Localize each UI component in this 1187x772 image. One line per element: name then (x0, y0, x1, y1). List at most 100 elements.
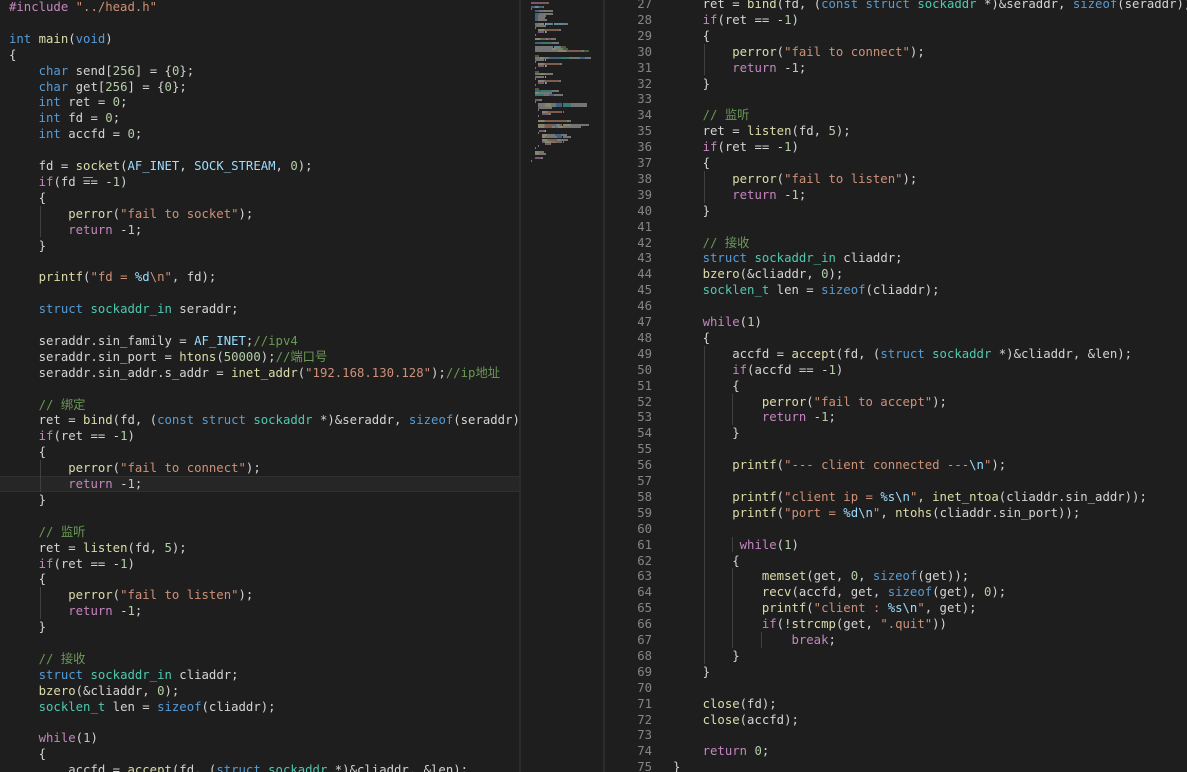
code-line[interactable]: ret = listen(fd, 5); (0, 540, 521, 556)
code-line[interactable]: } (0, 619, 521, 635)
code-line[interactable]: 46 (605, 298, 1187, 314)
code-line[interactable]: { (0, 571, 521, 587)
code-line[interactable]: 63 memset(get, 0, sizeof(get)); (605, 568, 1187, 584)
code-line[interactable]: 61 while(1) (605, 537, 1187, 553)
code-line[interactable]: 73 (605, 727, 1187, 743)
code-line[interactable]: 69 } (605, 664, 1187, 680)
code-line[interactable]: 60 (605, 521, 1187, 537)
code-line[interactable]: } (0, 492, 521, 508)
code-line[interactable]: // 接收 (0, 651, 521, 667)
code-line[interactable]: struct sockaddr_in cliaddr; (0, 667, 521, 683)
code-line[interactable]: if(ret == -1) (0, 556, 521, 572)
code-line[interactable]: if(fd == -1) (0, 174, 521, 190)
code-line[interactable]: 41 (605, 219, 1187, 235)
code-line[interactable]: perror("fail to connect"); (0, 460, 521, 476)
code-line[interactable]: seraddr.sin_addr.s_addr = inet_addr("192… (0, 365, 521, 381)
code-line[interactable]: 74 return 0; (605, 743, 1187, 759)
code-line[interactable]: 36 if(ret == -1) (605, 139, 1187, 155)
right-editor-pane[interactable]: 27 ret = bind(fd, (const struct sockaddr… (605, 0, 1187, 772)
code-line[interactable] (0, 285, 521, 301)
code-line[interactable]: 52 perror("fail to accept"); (605, 394, 1187, 410)
code-line[interactable]: 58 printf("client ip = %s\n", inet_ntoa(… (605, 489, 1187, 505)
code-line[interactable]: 34 // 监听 (605, 107, 1187, 123)
code-line[interactable]: fd = socket(AF_INET, SOCK_STREAM, 0); (0, 158, 521, 174)
code-line[interactable]: 54 } (605, 425, 1187, 441)
code-line[interactable]: 51 { (605, 378, 1187, 394)
code-line[interactable]: 70 (605, 680, 1187, 696)
code-line[interactable]: { (0, 746, 521, 762)
code-line[interactable]: 67 break; (605, 632, 1187, 648)
code-line[interactable]: 53 return -1; (605, 409, 1187, 425)
code-line[interactable]: bzero(&cliaddr, 0); (0, 683, 521, 699)
code-line[interactable]: 49 accfd = accept(fd, (struct sockaddr *… (605, 346, 1187, 362)
code-line[interactable]: 44 bzero(&cliaddr, 0); (605, 266, 1187, 282)
code-line[interactable]: 31 return -1; (605, 60, 1187, 76)
code-line[interactable]: 38 perror("fail to listen"); (605, 171, 1187, 187)
code-line[interactable]: #include "../head.h" (0, 0, 521, 15)
code-line[interactable]: perror("fail to socket"); (0, 206, 521, 222)
code-line[interactable]: // 绑定 (0, 397, 521, 413)
code-line[interactable] (0, 715, 521, 731)
code-line[interactable]: 59 printf("port = %d\n", ntohs(cliaddr.s… (605, 505, 1187, 521)
code-line[interactable]: printf("fd = %d\n", fd); (0, 269, 521, 285)
code-line[interactable]: 27 ret = bind(fd, (const struct sockaddr… (605, 0, 1187, 12)
code-line[interactable]: struct sockaddr_in seraddr; (0, 301, 521, 317)
code-line[interactable]: char get[256] = {0}; (0, 79, 521, 95)
code-line[interactable]: if(ret == -1) (0, 428, 521, 444)
code-line[interactable]: { (0, 444, 521, 460)
code-line[interactable]: 42 // 接收 (605, 235, 1187, 251)
code-line[interactable]: 33 (605, 91, 1187, 107)
code-line[interactable]: 75} (605, 759, 1187, 772)
code-line[interactable]: perror("fail to listen"); (0, 587, 521, 603)
code-line[interactable]: 48 { (605, 330, 1187, 346)
code-line[interactable]: char send[256] = {0}; (0, 63, 521, 79)
code-line[interactable]: 50 if(accfd == -1) (605, 362, 1187, 378)
code-line[interactable]: return -1; (0, 476, 521, 492)
code-line[interactable]: 37 { (605, 155, 1187, 171)
code-line[interactable]: 71 close(fd); (605, 696, 1187, 712)
code-line[interactable]: 35 ret = listen(fd, 5); (605, 123, 1187, 139)
code-line[interactable]: 47 while(1) (605, 314, 1187, 330)
code-line[interactable]: seraddr.sin_port = htons(50000);//端口号 (0, 349, 521, 365)
code-line[interactable]: 39 return -1; (605, 187, 1187, 203)
code-line[interactable] (0, 142, 521, 158)
code-line[interactable] (0, 635, 521, 651)
code-line[interactable]: 45 socklen_t len = sizeof(cliaddr); (605, 282, 1187, 298)
code-line[interactable]: socklen_t len = sizeof(cliaddr); (0, 699, 521, 715)
code-line[interactable]: 64 recv(accfd, get, sizeof(get), 0); (605, 584, 1187, 600)
code-line[interactable]: seraddr.sin_family = AF_INET;//ipv4 (0, 333, 521, 349)
code-line[interactable]: } (0, 238, 521, 254)
code-line[interactable] (0, 508, 521, 524)
code-line[interactable]: 32 } (605, 76, 1187, 92)
code-line[interactable]: int ret = 0; (0, 94, 521, 110)
code-line[interactable]: 68 } (605, 648, 1187, 664)
code-line[interactable]: return -1; (0, 222, 521, 238)
code-line[interactable]: 30 perror("fail to connect"); (605, 44, 1187, 60)
code-line[interactable]: 40 } (605, 203, 1187, 219)
code-line[interactable]: ret = bind(fd, (const struct sockaddr *)… (0, 412, 521, 428)
code-line[interactable]: int main(void) (0, 31, 521, 47)
code-line[interactable]: 66 if(!strcmp(get, ".quit")) (605, 616, 1187, 632)
code-line[interactable] (0, 317, 521, 333)
code-line[interactable]: 43 struct sockaddr_in cliaddr; (605, 250, 1187, 266)
code-line[interactable]: 65 printf("client : %s\n", get); (605, 600, 1187, 616)
left-editor-pane[interactable]: #include "../head.h" int main(void){ char… (0, 0, 521, 772)
code-line[interactable] (0, 15, 521, 31)
code-line[interactable]: 28 if(ret == -1) (605, 12, 1187, 28)
code-line[interactable]: return -1; (0, 603, 521, 619)
code-line[interactable]: { (0, 47, 521, 63)
code-line[interactable]: 55 (605, 441, 1187, 457)
code-line[interactable] (0, 381, 521, 397)
code-line[interactable]: 56 printf("--- client connected ---\n"); (605, 457, 1187, 473)
code-line[interactable]: 62 { (605, 553, 1187, 569)
code-line[interactable]: { (0, 190, 521, 206)
code-line[interactable]: 29 { (605, 28, 1187, 44)
code-line[interactable] (0, 253, 521, 269)
code-line[interactable]: 72 close(accfd); (605, 712, 1187, 728)
code-line[interactable]: accfd = accept(fd, (struct sockaddr *)&c… (0, 762, 521, 772)
code-line[interactable]: // 监听 (0, 524, 521, 540)
code-line[interactable]: 57 (605, 473, 1187, 489)
code-line[interactable]: int fd = 0; (0, 110, 521, 126)
minimap[interactable] (521, 0, 603, 772)
code-line[interactable]: while(1) (0, 730, 521, 746)
